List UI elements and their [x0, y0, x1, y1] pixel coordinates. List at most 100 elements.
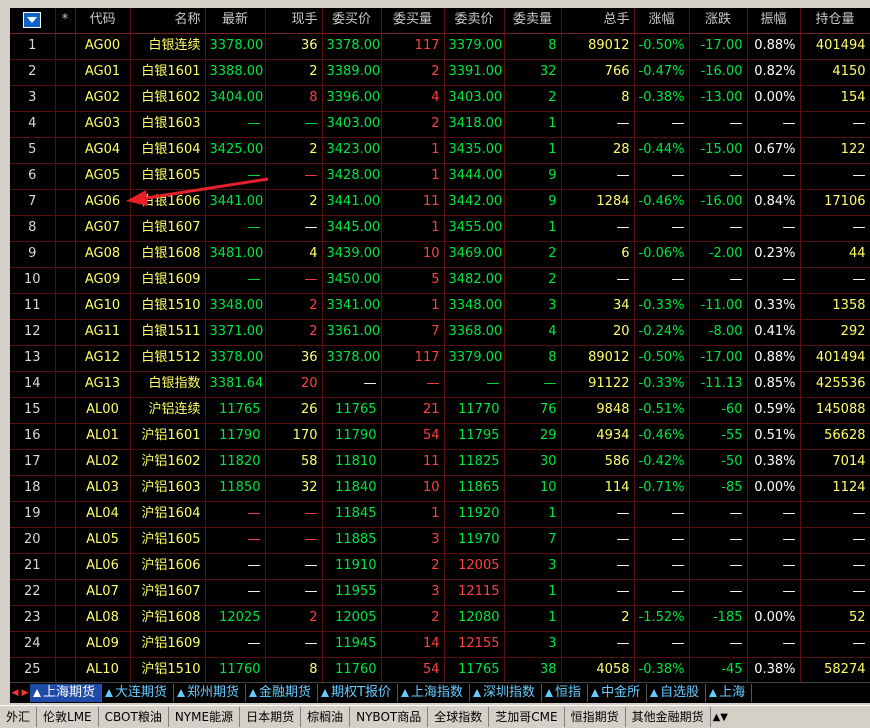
table-row[interactable]: 14 AG13 白银指数 3381.64 20— — — —91122 -0.33% -11.13…	[10, 371, 870, 398]
column-header[interactable]: 名称	[130, 8, 206, 34]
cell-total: 2	[561, 605, 635, 632]
overseas-tab[interactable]: 恒指期货	[565, 707, 626, 727]
table-row[interactable]: 13 AG12 白银1512 3378.00 36 3378.00 117 3379.00 8 8…	[10, 345, 870, 372]
table-row[interactable]: 23 AL08 沪铝1608 12025 2 12005 2 12080 1 2 -1.52% -18…	[10, 605, 870, 632]
table-row[interactable]: 7 AG06 白银1606 3441.00 2 3441.00 11 3442.00 9 1284…	[10, 189, 870, 216]
row-index: 12	[10, 319, 56, 346]
column-header[interactable]: 现手	[265, 8, 323, 34]
overseas-tab[interactable]: 伦敦LME	[37, 707, 99, 727]
contract-code: AG11	[75, 319, 131, 346]
cell-vol: —	[265, 631, 323, 658]
scroll-left-icon[interactable]: ◀	[10, 684, 20, 702]
row-index: 13	[10, 345, 56, 372]
column-header[interactable]: 振幅	[747, 8, 801, 34]
cell-pct: -0.44%	[634, 137, 690, 164]
overseas-tab[interactable]: 棕榈油	[301, 707, 351, 727]
table-row[interactable]: 19 AL04 沪铝1604— —11845 1 11920 1— — — — —	[10, 501, 870, 528]
table-row[interactable]: 17 AL02 沪铝1602 11820 58 11810 11 11825 30 586 -0.4…	[10, 449, 870, 476]
overseas-tab[interactable]: 日本期货	[240, 707, 302, 727]
overseas-tab[interactable]: 其他金融期货	[626, 707, 711, 727]
market-tab[interactable]: 中金所	[588, 684, 648, 702]
column-header[interactable]: 委卖价	[444, 8, 505, 34]
column-header[interactable]: 代码	[75, 8, 131, 34]
market-tab[interactable]: 金融期货	[246, 684, 319, 702]
table-row[interactable]: 8 AG07 白银1607— —3445.00 1 3455.00 1— — — — —	[10, 215, 870, 242]
market-tab-label: 中金所	[601, 685, 641, 700]
contract-name: 白银1601	[130, 59, 206, 86]
market-tab[interactable]: 上海指数	[398, 684, 471, 702]
table-row[interactable]: 6 AG05 白银1605— —3428.00 1 3444.00 9— — — — —	[10, 163, 870, 190]
table-row[interactable]: 25 AL10 沪铝1510 11760 8 11760 54 11765 38 4058 -0.3…	[10, 657, 870, 682]
market-tab[interactable]: 上海期货	[30, 684, 103, 702]
market-tab[interactable]: 上海	[706, 684, 753, 702]
cell-oi: —	[800, 267, 870, 294]
overseas-tab[interactable]: CBOT粮油	[99, 707, 169, 727]
market-tab[interactable]: 期权T报价	[318, 684, 399, 702]
cell-askq: 3	[504, 631, 562, 658]
cell-pct: -1.52%	[634, 605, 690, 632]
overseas-tab[interactable]: NYBOT商品	[350, 707, 429, 727]
table-row[interactable]: 11 AG10 白银1510 3348.00 2 3341.00 1 3348.00 3 34 -0…	[10, 293, 870, 320]
column-header[interactable]: 委卖量	[504, 8, 562, 34]
table-row[interactable]: 1 AG00 白银连续 3378.00 36 3378.00 117 3379.00 8 8901…	[10, 33, 870, 60]
market-tab[interactable]: 大连期货	[102, 684, 175, 702]
column-header[interactable]: *	[55, 8, 76, 34]
market-tab[interactable]: 郑州期货	[174, 684, 247, 702]
market-tab-label: 金融期货	[259, 685, 312, 700]
table-row[interactable]: 21 AL06 沪铝1606— —11910 2 12005 3— — — — —	[10, 553, 870, 580]
quote-grid[interactable]: * 代码 名称 最新 现手 委买价 委买量 委卖价 委卖量 总手 涨幅 涨跌 振…	[10, 8, 870, 682]
cell-oi: 44	[800, 241, 870, 268]
row-flag	[55, 657, 76, 682]
column-header[interactable]: 委买价	[322, 8, 382, 34]
table-row[interactable]: 3 AG02 白银1602 3404.00 8 3396.00 4 3403.00 2 8 -0.3…	[10, 85, 870, 112]
column-selector[interactable]	[10, 8, 56, 34]
overseas-tab[interactable]: 芝加哥CME	[489, 707, 565, 727]
dropdown-arrow-icon[interactable]	[23, 11, 42, 28]
contract-code: AL06	[75, 553, 131, 580]
table-row[interactable]: 24 AL09 沪铝1609— —11945 14 12155 3— — — — —	[10, 631, 870, 658]
row-index: 1	[10, 33, 56, 60]
column-header[interactable]: 总手	[561, 8, 635, 34]
more-tabs-icon[interactable]: ▲▼	[711, 712, 730, 723]
cell-pct: -0.46%	[634, 423, 690, 450]
overseas-tab[interactable]: 全球指数	[428, 707, 490, 727]
table-row[interactable]: 2 AG01 白银1601 3388.00 2 3389.00 2 3391.00 32 766-…	[10, 59, 870, 86]
cell-total: 6	[561, 241, 635, 268]
cell-oi: —	[800, 631, 870, 658]
cell-last: —	[205, 163, 266, 190]
cell-chg: -17.00	[689, 33, 748, 60]
table-row[interactable]: 15 AL00 沪铝连续 11765 26 11765 21 11770 76 9848 -0.51…	[10, 397, 870, 424]
column-header[interactable]: 最新	[205, 8, 266, 34]
table-row[interactable]: 9 AG08 白银1608 3481.00 4 3439.00 10 3469.00 2 6 -0.…	[10, 241, 870, 268]
cell-total: 91122	[561, 371, 635, 398]
cell-bidq: 3	[381, 527, 445, 554]
table-row[interactable]: 16 AL01 沪铝1601 11790 170 11790 54 11795 29 4934 -0…	[10, 423, 870, 450]
row-flag	[55, 631, 76, 658]
table-row[interactable]: 5 AG04 白银1604 3425.00 2 3423.00 1 3435.00 1 28 -0.…	[10, 137, 870, 164]
cell-last: 3388.00	[205, 59, 266, 86]
contract-name: 沪铝1608	[130, 605, 206, 632]
contract-code: AL03	[75, 475, 131, 502]
column-header[interactable]: 委买量	[381, 8, 445, 34]
cell-oi: 154	[800, 85, 870, 112]
cell-chg: -11.13	[689, 371, 748, 398]
cell-bid: 3403.00	[322, 111, 382, 138]
column-header[interactable]: 涨幅	[634, 8, 690, 34]
cell-oi: —	[800, 501, 870, 528]
cell-askq: 1	[504, 605, 562, 632]
overseas-tab[interactable]: NYME能源	[169, 707, 241, 727]
column-header[interactable]: 持仓量	[800, 8, 870, 34]
scroll-right-icon[interactable]: ▶	[20, 684, 30, 702]
table-row[interactable]: 20 AL05 沪铝1605— —11885 3 11970 7— — — — —	[10, 527, 870, 554]
cell-bid: 11955	[322, 579, 382, 606]
table-row[interactable]: 18 AL03 沪铝1603 11850 32 11840 10 11865 10 114 -0.7…	[10, 475, 870, 502]
market-tab[interactable]: 自选股	[647, 684, 707, 702]
column-header[interactable]: 涨跌	[689, 8, 748, 34]
table-row[interactable]: 10 AG09 白银1609— —3450.00 5 3482.00 2— — — — —	[10, 267, 870, 294]
overseas-tab[interactable]: 外汇	[0, 707, 38, 727]
table-row[interactable]: 22 AL07 沪铝1607— —11955 3 12115 1— — — — —	[10, 579, 870, 606]
market-tab[interactable]: 恒指	[542, 684, 589, 702]
table-row[interactable]: 12 AG11 白银1511 3371.00 2 3361.00 7 3368.00 4 20 -0…	[10, 319, 870, 346]
market-tab[interactable]: 深圳指数	[470, 684, 543, 702]
table-row[interactable]: 4 AG03 白银1603— —3403.00 2 3418.00 1— — — — —	[10, 111, 870, 138]
